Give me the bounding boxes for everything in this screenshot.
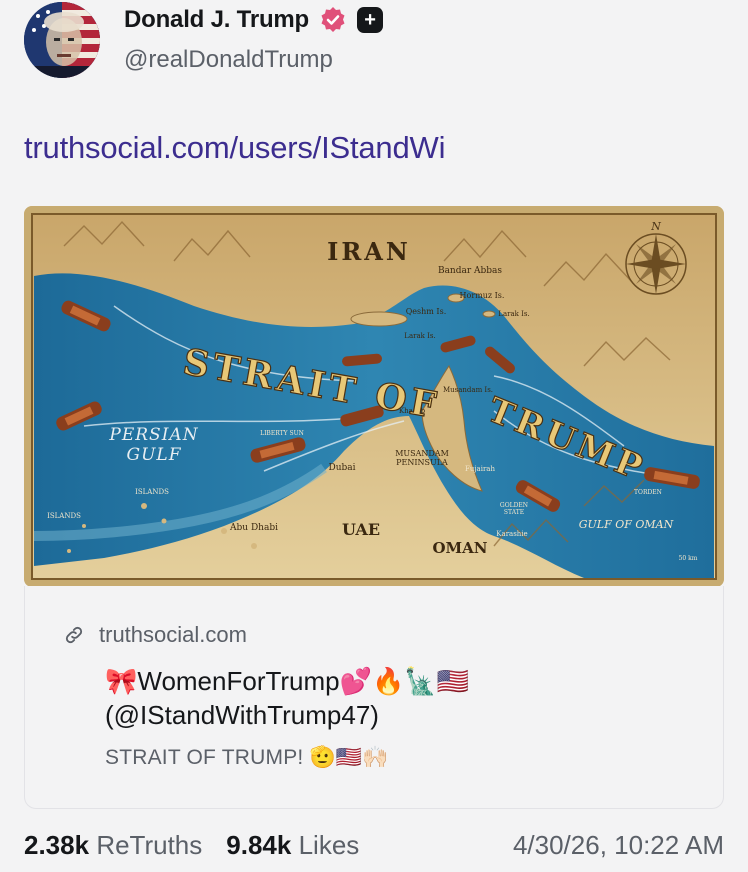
link-preview-card[interactable]: truthsocial.com 🎀WomenForTrump💕🔥🗽🇺🇸 (@IS… — [24, 586, 724, 809]
retruths-label: ReTruths — [96, 830, 203, 860]
svg-text:Larak Is.: Larak Is. — [498, 310, 529, 318]
likes-stat[interactable]: 9.84k Likes — [226, 830, 359, 861]
svg-text:PENINSULA: PENINSULA — [396, 458, 448, 467]
svg-text:Karashie: Karashie — [496, 530, 527, 538]
card-domain: truthsocial.com — [99, 622, 247, 647]
svg-text:TORDEN: TORDEN — [634, 489, 662, 496]
card-description: STRAIT OF TRUMP! 🫡🇺🇸🙌🏻 — [105, 746, 389, 769]
svg-text:MUSANDAM: MUSANDAM — [395, 449, 449, 458]
svg-text:ISLANDS: ISLANDS — [47, 512, 81, 520]
svg-text:GULF OF OMAN: GULF OF OMAN — [579, 518, 674, 531]
svg-text:Dubai: Dubai — [328, 463, 355, 473]
svg-text:PERSIAN: PERSIAN — [108, 425, 198, 445]
svg-text:STATE: STATE — [504, 509, 524, 516]
compass-rose — [625, 233, 687, 295]
likes-count: 9.84k — [226, 830, 292, 860]
svg-text:Larak Is.: Larak Is. — [404, 332, 435, 340]
svg-text:IRAN: IRAN — [327, 237, 411, 266]
svg-text:Abu Dhabi: Abu Dhabi — [229, 523, 278, 533]
svg-text:Bandar Abbas: Bandar Abbas — [438, 266, 502, 276]
retruths-count: 2.38k — [24, 830, 90, 860]
retruths-stat[interactable]: 2.38k ReTruths — [24, 830, 202, 861]
svg-text:Qeshm Is.: Qeshm Is. — [406, 307, 447, 316]
svg-text:Fujairah: Fujairah — [465, 465, 495, 473]
svg-text:UAE: UAE — [342, 520, 380, 539]
svg-text:OMAN: OMAN — [432, 539, 487, 557]
card-title-line-2: (@IStandWithTrump47) — [105, 700, 379, 730]
card-title: 🎀WomenForTrump💕🔥🗽🇺🇸 (@IStandWithTrump47) — [105, 664, 665, 732]
post-stats: 2.38k ReTruths 9.84k Likes 4/30/26, 10:2… — [24, 830, 724, 861]
card-domain-row: truthsocial.com — [63, 622, 247, 648]
svg-text:Musandam Is.: Musandam Is. — [443, 386, 493, 394]
svg-text:Hormuz Is.: Hormuz Is. — [460, 291, 505, 300]
plus-badge-icon: + — [357, 7, 384, 33]
compass-n-label: N — [650, 220, 661, 233]
svg-text:50 km: 50 km — [679, 555, 698, 562]
link-icon — [63, 624, 85, 646]
avatar-image — [24, 2, 100, 78]
author-row: Donald J. Trump + — [124, 6, 384, 34]
svg-text:ISLANDS: ISLANDS — [135, 488, 169, 496]
post-timestamp[interactable]: 4/30/26, 10:22 AM — [513, 830, 724, 861]
verified-badge-icon — [319, 6, 347, 34]
post-image[interactable]: N IRAN Bandar Abbas Hormuz Is. Qeshm Is.… — [24, 206, 724, 587]
svg-text:GOLDEN: GOLDEN — [500, 502, 528, 509]
author-display-name[interactable]: Donald J. Trump — [124, 6, 309, 34]
likes-label: Likes — [298, 830, 360, 860]
svg-text:GULF: GULF — [127, 445, 182, 465]
svg-text:LIBERTY SUN: LIBERTY SUN — [260, 430, 304, 437]
author-handle[interactable]: @realDonaldTrump — [124, 46, 333, 74]
avatar[interactable] — [24, 2, 100, 78]
strait-map: N IRAN Bandar Abbas Hormuz Is. Qeshm Is.… — [24, 206, 724, 587]
post-link[interactable]: truthsocial.com/users/IStandWi — [24, 130, 445, 166]
card-title-line-1: 🎀WomenForTrump💕🔥🗽🇺🇸 — [105, 666, 470, 696]
